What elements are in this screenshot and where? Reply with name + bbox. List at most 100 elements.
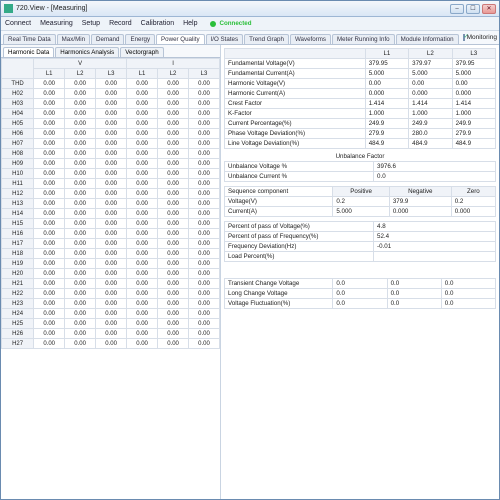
fund-value: 0.000 bbox=[452, 89, 495, 99]
fund-value: 5.000 bbox=[452, 69, 495, 79]
menu-setup[interactable]: Setup bbox=[82, 20, 100, 27]
harmonic-row-label: H12 bbox=[2, 189, 34, 199]
harmonic-cell: 0.00 bbox=[189, 149, 220, 159]
maximize-button[interactable]: ☐ bbox=[466, 4, 480, 14]
harmonic-cell: 0.00 bbox=[34, 289, 65, 299]
menu-calibration[interactable]: Calibration bbox=[141, 20, 174, 27]
seq-value: 0.000 bbox=[451, 207, 495, 217]
harmonic-cell: 0.00 bbox=[127, 189, 158, 199]
fund-value: 0.000 bbox=[365, 89, 408, 99]
main-tab-waveforms[interactable]: Waveforms bbox=[290, 34, 331, 44]
content-area: Harmonic DataHarmonics AnalysisVectorgra… bbox=[1, 45, 499, 499]
harmonic-cell: 0.00 bbox=[65, 249, 96, 259]
harmonic-cell: 0.00 bbox=[158, 289, 189, 299]
harmonic-cell: 0.00 bbox=[96, 159, 127, 169]
harmonic-cell: 0.00 bbox=[189, 129, 220, 139]
harmonic-row-label: H02 bbox=[2, 89, 34, 99]
harmonic-row-label: H14 bbox=[2, 209, 34, 219]
harmonic-cell: 0.00 bbox=[34, 269, 65, 279]
fund-row-label: Harmonic Current(A) bbox=[225, 89, 366, 99]
harmonic-cell: 0.00 bbox=[96, 329, 127, 339]
volt-value: 0.0 bbox=[387, 289, 441, 299]
harmonic-cell: 0.00 bbox=[65, 319, 96, 329]
main-tab-real-time-data[interactable]: Real Time Data bbox=[3, 34, 56, 44]
fund-value: 0.00 bbox=[409, 79, 452, 89]
main-tab-module-information[interactable]: Module Information bbox=[396, 34, 459, 44]
harmonic-cell: 0.00 bbox=[189, 269, 220, 279]
harmonic-cell: 0.00 bbox=[127, 109, 158, 119]
monitoring-checkbox[interactable] bbox=[463, 34, 465, 41]
harmonic-cell: 0.00 bbox=[96, 189, 127, 199]
harmonic-cell: 0.00 bbox=[34, 299, 65, 309]
harmonic-cell: 0.00 bbox=[96, 149, 127, 159]
freq-label: Frequency Deviation(Hz) bbox=[225, 242, 374, 252]
harmonic-cell: 0.00 bbox=[158, 169, 189, 179]
harmonic-row-label: H04 bbox=[2, 109, 34, 119]
harmonic-cell: 0.00 bbox=[65, 109, 96, 119]
fund-row-label: Fundamental Voltage(V) bbox=[225, 59, 366, 69]
harmonic-cell: 0.00 bbox=[65, 129, 96, 139]
harmonic-cell: 0.00 bbox=[65, 119, 96, 129]
fund-value: 1.000 bbox=[365, 109, 408, 119]
fund-value: 249.9 bbox=[452, 119, 495, 129]
main-tab-meter-running-info[interactable]: Meter Running Info bbox=[332, 34, 395, 44]
fund-value: 1.000 bbox=[409, 109, 452, 119]
connection-status: Connected bbox=[220, 20, 252, 27]
harmonic-cell: 0.00 bbox=[127, 79, 158, 89]
harmonic-cell: 0.00 bbox=[189, 139, 220, 149]
title-bar: 720.View - [Measuring] – ☐ ✕ bbox=[1, 1, 499, 17]
freq-value: 4.8 bbox=[374, 222, 496, 232]
menu-record[interactable]: Record bbox=[109, 20, 132, 27]
fund-row-label: Harmonic Voltage(V) bbox=[225, 79, 366, 89]
main-tab-i-o-states[interactable]: I/O States bbox=[206, 34, 244, 44]
unbalance-value: 0.0 bbox=[374, 172, 496, 182]
harmonic-cell: 0.00 bbox=[96, 199, 127, 209]
seq-row-label: Current(A) bbox=[225, 207, 333, 217]
harmonic-cell: 0.00 bbox=[127, 339, 158, 349]
harmonic-cell: 0.00 bbox=[127, 239, 158, 249]
harmonic-cell: 0.00 bbox=[34, 129, 65, 139]
main-tab-bar: Real Time DataMax/MinDemandEnergyPower Q… bbox=[1, 31, 499, 45]
freq-value: 52.4 bbox=[374, 232, 496, 242]
freq-value: -0.01 bbox=[374, 242, 496, 252]
harmonic-cell: 0.00 bbox=[189, 309, 220, 319]
sub-tab-vectorgraph[interactable]: Vectorgraph bbox=[120, 47, 163, 57]
menu-connect[interactable]: Connect bbox=[5, 20, 31, 27]
harmonic-cell: 0.00 bbox=[189, 249, 220, 259]
harmonic-row-label: H23 bbox=[2, 299, 34, 309]
harmonic-row-label: H27 bbox=[2, 339, 34, 349]
harmonic-cell: 0.00 bbox=[189, 259, 220, 269]
harmonic-cell: 0.00 bbox=[127, 209, 158, 219]
main-tab-trend-graph[interactable]: Trend Graph bbox=[244, 34, 289, 44]
harmonic-row-label: H05 bbox=[2, 119, 34, 129]
harmonic-cell: 0.00 bbox=[189, 339, 220, 349]
seq-row-label: Voltage(V) bbox=[225, 197, 333, 207]
menu-measuring[interactable]: Measuring bbox=[40, 20, 73, 27]
main-tab-demand[interactable]: Demand bbox=[91, 34, 124, 44]
sub-tab-harmonic-data[interactable]: Harmonic Data bbox=[3, 47, 54, 57]
harmonic-cell: 0.00 bbox=[96, 279, 127, 289]
harmonic-cell: 0.00 bbox=[34, 89, 65, 99]
sub-tab-harmonics-analysis[interactable]: Harmonics Analysis bbox=[55, 47, 119, 57]
menu-help[interactable]: Help bbox=[183, 20, 197, 27]
harmonic-cell: 0.00 bbox=[127, 199, 158, 209]
harmonic-cell: 0.00 bbox=[65, 99, 96, 109]
harmonic-cell: 0.00 bbox=[96, 299, 127, 309]
main-tab-energy[interactable]: Energy bbox=[125, 34, 155, 44]
harmonic-cell: 0.00 bbox=[34, 99, 65, 109]
harmonic-row-label: H16 bbox=[2, 229, 34, 239]
main-tab-max-min[interactable]: Max/Min bbox=[57, 34, 90, 44]
harmonic-row-label: H06 bbox=[2, 129, 34, 139]
harmonic-cell: 0.00 bbox=[96, 289, 127, 299]
fund-row-label: Phase Voltage Deviation(%) bbox=[225, 129, 366, 139]
harmonic-cell: 0.00 bbox=[96, 339, 127, 349]
sequence-table: Sequence componentPositiveNegativeZeroVo… bbox=[224, 186, 496, 217]
harmonic-cell: 0.00 bbox=[96, 219, 127, 229]
harmonic-cell: 0.00 bbox=[34, 249, 65, 259]
volt-value: 0.0 bbox=[441, 279, 495, 289]
minimize-button[interactable]: – bbox=[450, 4, 464, 14]
harmonic-cell: 0.00 bbox=[34, 219, 65, 229]
main-tab-power-quality[interactable]: Power Quality bbox=[156, 34, 205, 44]
close-button[interactable]: ✕ bbox=[482, 4, 496, 14]
harmonic-cell: 0.00 bbox=[65, 229, 96, 239]
